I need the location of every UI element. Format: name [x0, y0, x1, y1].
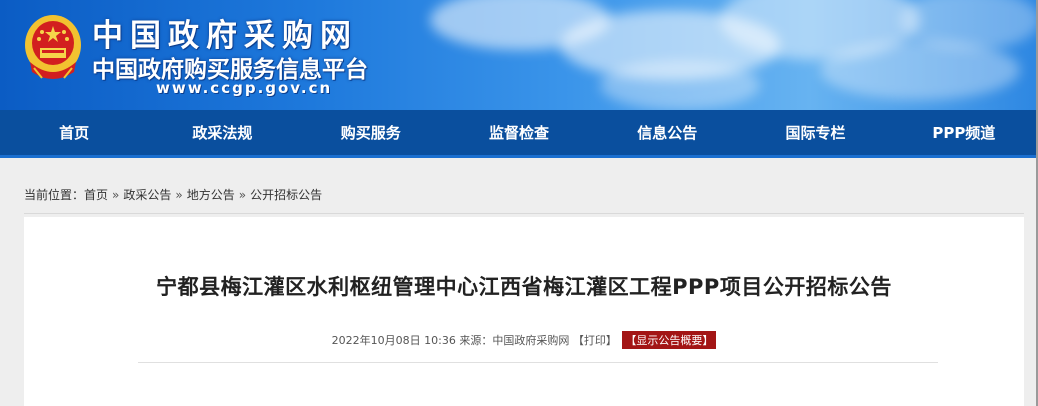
nav-item-ppp[interactable]: PPP频道	[890, 110, 1038, 155]
breadcrumb-local-announcements[interactable]: 地方公告	[187, 188, 235, 202]
breadcrumb-prefix: 当前位置：	[24, 188, 85, 202]
article-datetime: 2022年10月08日 10:36	[331, 334, 456, 347]
breadcrumb-separator: »	[175, 188, 183, 202]
article-source: 中国政府采购网	[492, 334, 570, 347]
site-title: 中国政府采购网	[92, 18, 358, 54]
nav-item-regulations[interactable]: 政采法规	[148, 110, 296, 155]
show-summary-button[interactable]: 【显示公告概要】	[622, 331, 717, 349]
breadcrumb-separator: »	[238, 188, 247, 202]
article-meta: 2022年10月08日 10:36 来源：中国政府采购网 【打印】 【显示公告概…	[24, 331, 1024, 349]
divider	[138, 362, 938, 363]
nav-item-supervision[interactable]: 监督检查	[445, 110, 593, 155]
nav-item-announcements[interactable]: 信息公告	[593, 110, 741, 155]
breadcrumb-separator: »	[112, 188, 120, 202]
breadcrumb-open-tender[interactable]: 公开招标公告	[250, 188, 322, 202]
nav-item-international[interactable]: 国际专栏	[741, 110, 889, 155]
nav-item-purchase-services[interactable]: 购买服务	[297, 110, 445, 155]
print-button[interactable]: 【打印】	[573, 334, 617, 347]
national-emblem-icon[interactable]	[22, 12, 84, 84]
article-card: 宁都县梅江灌区水利枢纽管理中心江西省梅江灌区工程PPP项目公开招标公告 2022…	[24, 217, 1024, 406]
site-url[interactable]: www.ccgp.gov.cn	[156, 79, 332, 97]
main-nav: 首页 政采法规 购买服务 监督检查 信息公告 国际专栏 PPP频道	[0, 110, 1038, 158]
article-title: 宁都县梅江灌区水利枢纽管理中心江西省梅江灌区工程PPP项目公开招标公告	[156, 275, 892, 299]
site-header-banner: 中国政府采购网 中国政府购买服务信息平台 www.ccgp.gov.cn	[0, 0, 1038, 110]
breadcrumb-home[interactable]: 首页	[84, 188, 108, 202]
nav-item-home[interactable]: 首页	[0, 110, 148, 155]
breadcrumb-procurement-announcements[interactable]: 政采公告	[123, 188, 171, 202]
breadcrumb: 当前位置：首页» 政采公告» 地方公告» 公开招标公告	[24, 186, 1024, 214]
cloud-decoration	[600, 60, 760, 110]
cloud-decoration	[820, 40, 1020, 100]
article-source-label: 来源：	[459, 334, 493, 347]
